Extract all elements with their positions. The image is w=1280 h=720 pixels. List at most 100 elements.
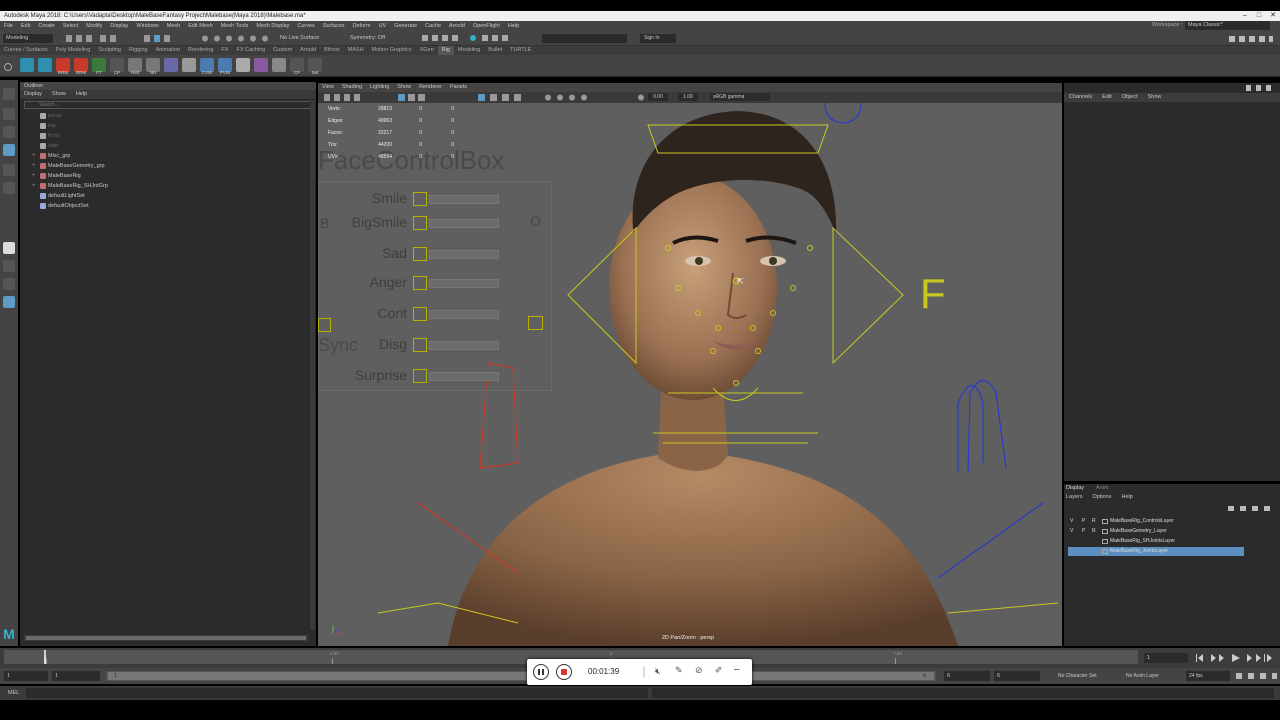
shelf-tab-animation[interactable]: Animation: [152, 46, 184, 55]
shelf-tab-fx[interactable]: FX: [217, 46, 232, 55]
menu-file[interactable]: File: [4, 23, 13, 29]
outliner-vscrollbar[interactable]: [310, 100, 315, 630]
layer-row[interactable]: V P R MaleBaseGemetry_Layer: [1068, 527, 1244, 536]
shelf-icon-8[interactable]: [164, 58, 178, 72]
viewport-persp[interactable]: F FaceControlBox Smile BigSmile Sad Anger Co…: [318, 83, 1062, 646]
menu-openflight[interactable]: OpenFlight: [473, 23, 500, 29]
shelf-tab-custom[interactable]: Custom: [269, 46, 296, 55]
layer-visibility-toggle[interactable]: V: [1070, 527, 1078, 536]
shelf-icon-3[interactable]: RRM: [74, 58, 88, 75]
outliner-item[interactable]: top: [20, 121, 316, 131]
layer-menu-layers[interactable]: Layers: [1066, 494, 1083, 500]
shelf-icon-15[interactable]: CP: [290, 58, 304, 75]
outliner-item[interactable]: + Misc_grp: [20, 151, 316, 161]
layer-row[interactable]: MaleBaseRig_JointsLayer: [1068, 547, 1244, 556]
channel-box-menu-show[interactable]: Show: [1148, 94, 1162, 100]
menu-cache[interactable]: Cache: [425, 23, 441, 29]
face-control-handle-sad[interactable]: [413, 247, 427, 261]
viewport-menu-show[interactable]: Show: [397, 84, 411, 90]
outliner-layout-icon[interactable]: [3, 296, 15, 308]
quick-input-field[interactable]: [542, 34, 627, 43]
lasso-tool-icon[interactable]: [3, 108, 15, 120]
layer-visibility-toggle[interactable]: V: [1070, 517, 1078, 526]
panel-toggle-icons[interactable]: [1225, 34, 1275, 44]
menu-mesh-display[interactable]: Mesh Display: [256, 23, 289, 29]
command-language-label[interactable]: MEL: [8, 688, 19, 698]
playback-controls[interactable]: [1192, 652, 1278, 664]
stop-recording-button[interactable]: [556, 664, 572, 680]
shelf-tab-fx-caching[interactable]: FX Caching: [232, 46, 269, 55]
anim-layer-select[interactable]: No Anim Layer: [1114, 671, 1180, 681]
outliner-menu-help[interactable]: Help: [76, 91, 87, 97]
face-control-handle-bigsmile[interactable]: [413, 216, 427, 230]
end-time-field[interactable]: 6: [994, 671, 1040, 681]
channel-box-menu-channels[interactable]: Channels: [1069, 94, 1092, 100]
layer-reference-toggle[interactable]: R: [1092, 527, 1100, 536]
menu-display[interactable]: Display: [110, 23, 128, 29]
viewport-menu-lighting[interactable]: Lighting: [370, 84, 389, 90]
face-control-slider-smile[interactable]: [429, 195, 499, 204]
shelf-tab-rendering[interactable]: Rendering: [184, 46, 217, 55]
face-control-left-box[interactable]: [318, 318, 331, 332]
menu-edit[interactable]: Edit: [21, 23, 30, 29]
render-tool-icons[interactable]: [420, 33, 540, 43]
shelf-tab-sculpting[interactable]: Sculpting: [94, 46, 125, 55]
shelf-tab-motion-graphics[interactable]: Motion Graphics: [368, 46, 416, 55]
mode-select[interactable]: Modeling: [3, 34, 53, 43]
current-frame-field[interactable]: 1: [1144, 653, 1188, 663]
face-control-slider-bigsmile[interactable]: [429, 219, 499, 228]
channel-box-tabs-icons[interactable]: [1244, 84, 1278, 92]
layer-reference-toggle[interactable]: R: [1092, 517, 1100, 526]
face-control-handle-anger[interactable]: [413, 276, 427, 290]
shelf-tab-rigging[interactable]: Rigging: [125, 46, 152, 55]
layer-tab-display[interactable]: Display: [1066, 485, 1084, 491]
layer-menu-help[interactable]: Help: [1121, 494, 1132, 500]
shelf-menu-icon[interactable]: [4, 63, 12, 71]
menu-arnold[interactable]: Arnold: [449, 23, 465, 29]
menu-create[interactable]: Create: [38, 23, 55, 29]
command-input[interactable]: [26, 688, 648, 698]
pause-recording-button[interactable]: [533, 664, 549, 680]
outliner-item[interactable]: defaultLightSet: [20, 191, 316, 201]
minimize-icon[interactable]: –: [1238, 11, 1252, 21]
workspace-select[interactable]: Maya Classic*: [1185, 21, 1270, 30]
shelf-icon-2[interactable]: RRM: [56, 58, 70, 75]
character-set-select[interactable]: No Character Set: [1046, 671, 1110, 681]
viewport-menu-renderer[interactable]: Renderer: [419, 84, 442, 90]
mic-off-icon[interactable]: ✎: [675, 665, 683, 676]
layer-color-swatch-icon[interactable]: [1102, 519, 1108, 524]
menu-generate[interactable]: Generate: [394, 23, 417, 29]
viewport-menu-panels[interactable]: Panels: [450, 84, 467, 90]
viewport-menu-shading[interactable]: Shading: [342, 84, 362, 90]
face-control-slider-cont[interactable]: [429, 310, 499, 319]
shelf-tab-poly-modeling[interactable]: Poly Modeling: [52, 46, 95, 55]
layer-color-swatch-icon[interactable]: [1102, 539, 1108, 544]
layer-menu-options[interactable]: Options: [1093, 494, 1112, 500]
layer-playback-toggle[interactable]: P: [1082, 527, 1090, 536]
channel-box-menu-edit[interactable]: Edit: [1102, 94, 1111, 100]
menu-uv[interactable]: UV: [379, 23, 387, 29]
shelf-tab-rig[interactable]: Rig: [437, 46, 454, 55]
move-tool-icon[interactable]: [3, 144, 15, 156]
shelf-tab-arnold[interactable]: Arnold: [296, 46, 320, 55]
layer-playback-toggle[interactable]: P: [1082, 517, 1090, 526]
shelf-icon-14[interactable]: [272, 58, 286, 72]
expand-icon[interactable]: +: [32, 151, 36, 161]
minimize-recorder-icon[interactable]: –: [734, 664, 740, 675]
menu-mesh-tools[interactable]: Mesh Tools: [221, 23, 249, 29]
outliner-item[interactable]: + MaleBaseRig: [20, 171, 316, 181]
shelf-tab-turtle[interactable]: TURTLE: [506, 46, 535, 55]
playback-start-field[interactable]: 1: [52, 671, 100, 681]
scale-tool-icon[interactable]: [3, 182, 15, 194]
shelf-tab-bullet[interactable]: Bullet: [484, 46, 506, 55]
gamma-field[interactable]: 1.00: [678, 93, 698, 101]
single-view-icon[interactable]: [3, 242, 15, 254]
face-control-slider-anger[interactable]: [429, 279, 499, 288]
shelf-icon-1[interactable]: [38, 58, 52, 72]
webcam-off-icon[interactable]: ⊘: [695, 665, 703, 676]
layer-tool-icons[interactable]: [1226, 504, 1278, 513]
shelf-tab-modeling[interactable]: Modeling: [454, 46, 484, 55]
outliner-item[interactable]: side: [20, 141, 316, 151]
menu-curves[interactable]: Curves: [297, 23, 314, 29]
shelf-tab-mash[interactable]: MASH: [344, 46, 368, 55]
